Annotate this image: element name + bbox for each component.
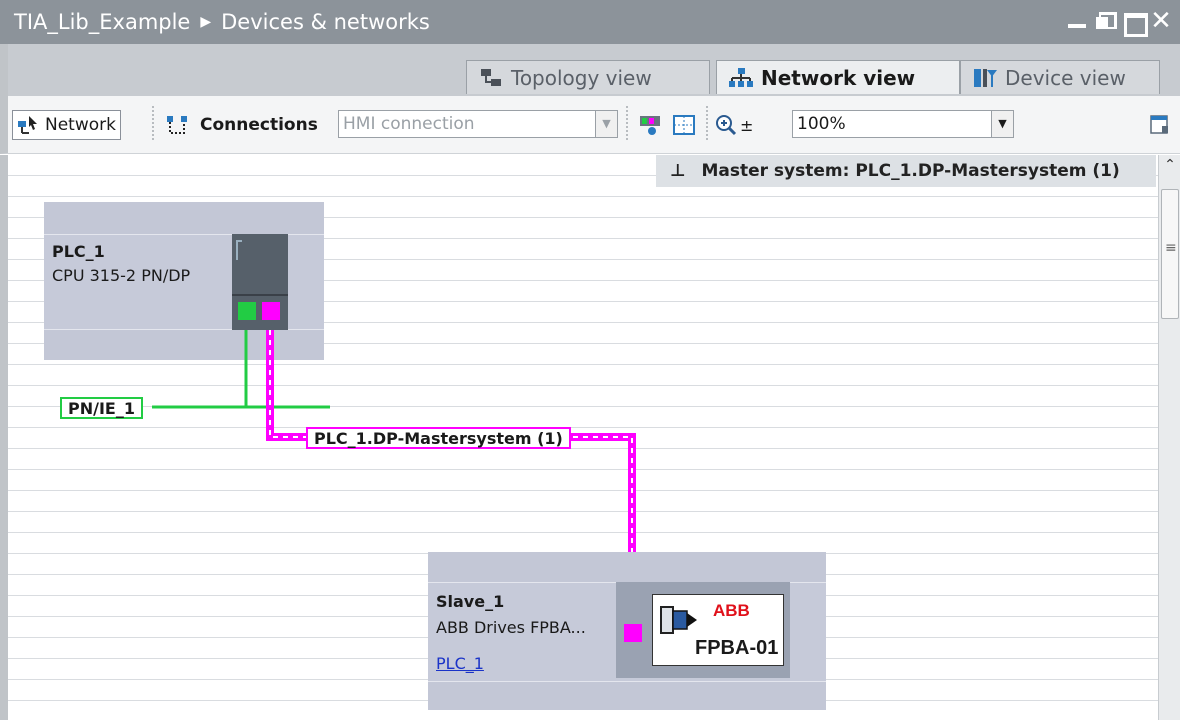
dp-mastersystem-label[interactable]: PLC_1.DP-Mastersystem (1) [306,427,571,449]
abb-logo: ABB [713,601,750,620]
device-name: Slave_1 [436,592,505,611]
master-assignment-link[interactable]: PLC_1 [436,654,484,673]
device-type: ABB Drives FPBA... [436,618,586,637]
fpba-module[interactable]: ABB FPBA-01 [616,582,790,678]
fpba-adapter-icon [660,606,697,634]
profibus-port[interactable] [624,624,642,642]
fpba-module-image: ABB FPBA-01 [652,594,784,666]
profibus-line [266,330,636,585]
slave-device[interactable]: Slave_1 ABB Drives FPBA... PLC_1 ABB FPB… [428,552,826,710]
profibus-line-dash [269,330,633,585]
profinet-subnet-label[interactable]: PN/IE_1 [60,397,143,419]
module-label: FPBA-01 [695,637,779,659]
